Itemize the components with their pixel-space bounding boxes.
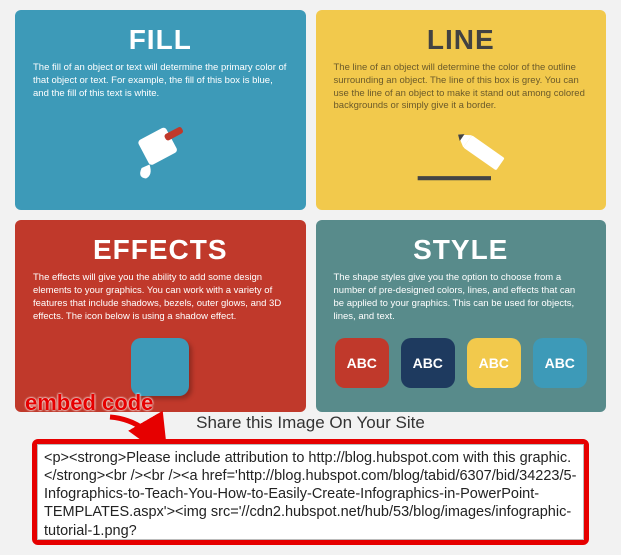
style-card: STYLE The shape styles give you the opti… xyxy=(316,220,607,411)
fill-body: The fill of an object or text will deter… xyxy=(33,62,288,100)
style-swatches: ABC ABC ABC ABC xyxy=(334,338,589,388)
share-heading: Share this Image On Your Site xyxy=(0,413,621,433)
shadow-square-icon xyxy=(131,338,189,396)
style-body: The shape styles give you the option to … xyxy=(334,272,589,323)
line-card: LINE The line of an object will determin… xyxy=(316,10,607,210)
line-title: LINE xyxy=(334,24,589,56)
fill-card: FILL The fill of an object or text will … xyxy=(15,10,306,210)
effects-title: EFFECTS xyxy=(33,234,288,266)
swatch-label: ABC xyxy=(413,355,443,371)
share-section: Share this Image On Your Site xyxy=(0,413,621,545)
fill-title: FILL xyxy=(33,24,288,56)
style-title: STYLE xyxy=(334,234,589,266)
swatch-label: ABC xyxy=(545,355,575,371)
pencil-icon xyxy=(334,129,589,194)
swatch-teal: ABC xyxy=(533,338,587,388)
swatch-red: ABC xyxy=(335,338,389,388)
swatch-label: ABC xyxy=(479,355,509,371)
embed-code-textarea[interactable] xyxy=(37,444,584,540)
effects-card: EFFECTS The effects will give you the ab… xyxy=(15,220,306,411)
card-grid: FILL The fill of an object or text will … xyxy=(0,0,621,417)
swatch-label: ABC xyxy=(347,355,377,371)
embed-code-box xyxy=(32,439,589,545)
swatch-navy: ABC xyxy=(401,338,455,388)
line-body: The line of an object will determine the… xyxy=(334,62,589,113)
paint-bucket-icon xyxy=(33,112,288,187)
effects-body: The effects will give you the ability to… xyxy=(33,272,288,323)
swatch-yellow: ABC xyxy=(467,338,521,388)
